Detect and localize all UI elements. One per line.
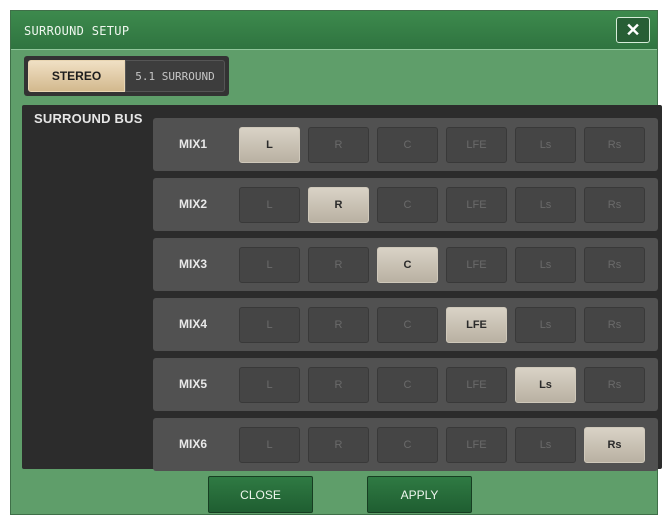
mix-row-5: MIX5 L R C LFE Ls Rs	[153, 358, 658, 411]
channel-button-lfe[interactable]: LFE	[446, 427, 507, 463]
channel-button-ls[interactable]: Ls	[515, 307, 576, 343]
channel-button-lfe[interactable]: LFE	[446, 127, 507, 163]
surround-bus-panel: SURROUND BUS MIX1 L R C LFE Ls Rs MIX2 L R C LFE Ls R…	[22, 105, 662, 471]
channel-button-r[interactable]: R	[308, 247, 369, 283]
channel-button-c[interactable]: C	[377, 247, 438, 283]
channel-button-l[interactable]: L	[239, 307, 300, 343]
window-title: SURROUND SETUP	[24, 24, 130, 38]
channel-button-lfe[interactable]: LFE	[446, 247, 507, 283]
mix-label: MIX2	[179, 197, 208, 211]
channel-button-ls[interactable]: Ls	[515, 127, 576, 163]
channel-button-ls[interactable]: Ls	[515, 187, 576, 223]
channel-button-r[interactable]: R	[308, 367, 369, 403]
channel-button-lfe[interactable]: LFE	[446, 307, 507, 343]
channel-button-rs[interactable]: Rs	[584, 127, 645, 163]
channel-button-r[interactable]: R	[308, 427, 369, 463]
channel-button-rs[interactable]: Rs	[584, 427, 645, 463]
mix-row-4: MIX4 L R C LFE Ls Rs	[153, 298, 658, 351]
channel-button-l[interactable]: L	[239, 367, 300, 403]
channel-button-l[interactable]: L	[239, 247, 300, 283]
channel-button-ls[interactable]: Ls	[515, 367, 576, 403]
title-bar: SURROUND SETUP ✕	[11, 11, 657, 50]
mix-label: MIX6	[179, 437, 208, 451]
mix-label: MIX1	[179, 137, 208, 151]
channel-button-c[interactable]: C	[377, 307, 438, 343]
apply-button[interactable]: APPLY	[367, 476, 472, 513]
channel-button-ls[interactable]: Ls	[515, 247, 576, 283]
channel-button-r[interactable]: R	[308, 127, 369, 163]
channel-button-c[interactable]: C	[377, 427, 438, 463]
mix-label: MIX3	[179, 257, 208, 271]
stereo-mode-button[interactable]: STEREO	[28, 60, 125, 92]
close-icon: ✕	[625, 19, 641, 40]
channel-button-r[interactable]: R	[308, 307, 369, 343]
channel-button-rs[interactable]: Rs	[584, 247, 645, 283]
channel-button-lfe[interactable]: LFE	[446, 187, 507, 223]
channel-button-c[interactable]: C	[377, 367, 438, 403]
channel-button-l[interactable]: L	[239, 187, 300, 223]
channel-button-ls[interactable]: Ls	[515, 427, 576, 463]
channel-button-rs[interactable]: Rs	[584, 187, 645, 223]
mix-row-3: MIX3 L R C LFE Ls Rs	[153, 238, 658, 291]
close-window-button[interactable]: ✕	[616, 17, 650, 43]
mix-row-1: MIX1 L R C LFE Ls Rs	[153, 118, 658, 171]
channel-button-l[interactable]: L	[239, 427, 300, 463]
channel-button-rs[interactable]: Rs	[584, 367, 645, 403]
close-button[interactable]: CLOSE	[208, 476, 313, 513]
channel-button-l[interactable]: L	[239, 127, 300, 163]
channel-button-c[interactable]: C	[377, 127, 438, 163]
mix-label: MIX4	[179, 317, 208, 331]
surround-mode-button[interactable]: 5.1 SURROUND	[125, 60, 225, 92]
mix-label: MIX5	[179, 377, 208, 391]
mode-selector: STEREO 5.1 SURROUND	[24, 56, 229, 96]
surround-setup-window: SURROUND SETUP ✕ STEREO 5.1 SURROUND SUR…	[10, 10, 662, 515]
channel-button-lfe[interactable]: LFE	[446, 367, 507, 403]
channel-button-c[interactable]: C	[377, 187, 438, 223]
channel-button-rs[interactable]: Rs	[584, 307, 645, 343]
mix-row-2: MIX2 L R C LFE Ls Rs	[153, 178, 658, 231]
channel-button-r[interactable]: R	[308, 187, 369, 223]
mix-row-6: MIX6 L R C LFE Ls Rs	[153, 418, 658, 471]
surround-bus-label: SURROUND BUS	[34, 111, 143, 126]
